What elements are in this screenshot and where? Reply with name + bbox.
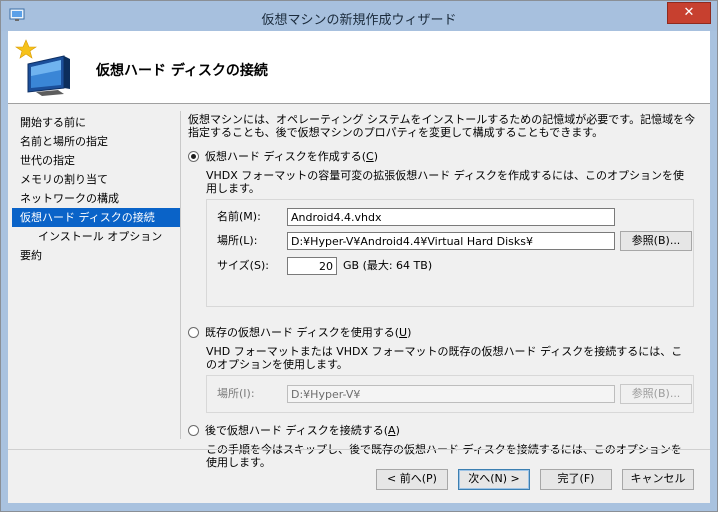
vhd-size-label: サイズ(S):: [217, 259, 269, 272]
use-existing-vhd-label: 既存の仮想ハード ディスクを使用する(U): [205, 326, 412, 339]
step-network[interactable]: ネットワークの構成: [12, 189, 180, 208]
step-before-you-begin[interactable]: 開始する前に: [12, 113, 180, 132]
wizard-step-list: 開始する前に 名前と場所の指定 世代の指定 メモリの割り当て ネットワークの構成…: [12, 113, 180, 265]
create-vhd-radio[interactable]: 仮想ハード ディスクを作成する(C): [188, 149, 378, 165]
back-button[interactable]: < 前へ(P): [376, 469, 448, 490]
step-name-and-location[interactable]: 名前と場所の指定: [12, 132, 180, 151]
attach-later-radio[interactable]: 後で仮想ハード ディスクを接続する(A): [188, 423, 400, 439]
attach-later-description: この手順を今はスキップし、後で既存の仮想ハード ディスクを接続するには、このオプ…: [206, 443, 682, 469]
existing-location-input[interactable]: D:¥Hyper-V¥: [287, 385, 615, 403]
create-vhd-description: VHDX フォーマットの容量可変の拡張仮想ハード ディスクを作成するには、このオ…: [206, 169, 685, 195]
step-installation-options[interactable]: インストール オプション: [12, 227, 180, 246]
existing-browse-button[interactable]: 参照(B)...: [620, 384, 692, 404]
use-existing-vhd-radio[interactable]: 既存の仮想ハード ディスクを使用する(U): [188, 325, 411, 341]
vhd-name-input[interactable]: Android4.4.vhdx: [287, 208, 615, 226]
next-button[interactable]: 次へ(N) >: [458, 469, 530, 490]
step-summary[interactable]: 要約: [12, 246, 180, 265]
vhd-name-label: 名前(M):: [217, 210, 261, 223]
use-existing-vhd-group: 場所(I): D:¥Hyper-V¥ 参照(B)...: [206, 375, 694, 413]
close-button[interactable]: ✕: [667, 2, 711, 24]
intro-text: 仮想マシンには、オペレーティング システムをインストールするための記憶域が必要で…: [188, 113, 696, 139]
attach-later-label: 後で仮想ハード ディスクを接続する(A): [205, 424, 400, 437]
page-title: 仮想ハード ディスクの接続: [96, 63, 268, 79]
browse-button[interactable]: 参照(B)...: [620, 231, 692, 251]
vhd-size-unit: GB (最大: 64 TB): [343, 259, 433, 272]
window-title: 仮想マシンの新規作成ウィザード: [261, 13, 457, 28]
radio-checked-icon[interactable]: [188, 151, 199, 162]
existing-location-label: 場所(I):: [217, 387, 255, 400]
vhd-location-input[interactable]: D:¥Hyper-V¥Android4.4¥Virtual Hard Disks…: [287, 232, 615, 250]
create-vhd-group: 名前(M): Android4.4.vhdx 場所(L): D:¥Hyper-V…: [206, 199, 694, 307]
step-memory[interactable]: メモリの割り当て: [12, 170, 180, 189]
vhd-location-label: 場所(L):: [217, 234, 258, 247]
wizard-client-area: 仮想ハード ディスクの接続 開始する前に 名前と場所の指定 世代の指定 メモリの…: [8, 31, 710, 503]
step-connect-virtual-hard-disk[interactable]: 仮想ハード ディスクの接続: [12, 208, 180, 227]
footer-divider: [8, 449, 710, 450]
nav-divider: [180, 111, 181, 439]
virtual-machine-wizard-icon: [15, 39, 70, 96]
create-vhd-label: 仮想ハード ディスクを作成する(C): [205, 150, 379, 163]
finish-button[interactable]: 完了(F): [540, 469, 612, 490]
radio-unchecked-icon[interactable]: [188, 327, 199, 338]
radio-unchecked-icon[interactable]: [188, 425, 199, 436]
title-bar[interactable]: 仮想マシンの新規作成ウィザード ✕: [1, 1, 717, 31]
step-generation[interactable]: 世代の指定: [12, 151, 180, 170]
use-existing-vhd-description: VHD フォーマットまたは VHDX フォーマットの既存の仮想ハード ディスクを…: [206, 345, 683, 371]
wizard-header: 仮想ハード ディスクの接続: [8, 31, 710, 103]
header-divider: [8, 103, 710, 104]
vhd-size-input[interactable]: 20: [287, 257, 337, 275]
wizard-window: 仮想マシンの新規作成ウィザード ✕ 仮想ハード ディスクの接続 開始する前に 名…: [0, 0, 718, 512]
cancel-button[interactable]: キャンセル: [622, 469, 694, 490]
